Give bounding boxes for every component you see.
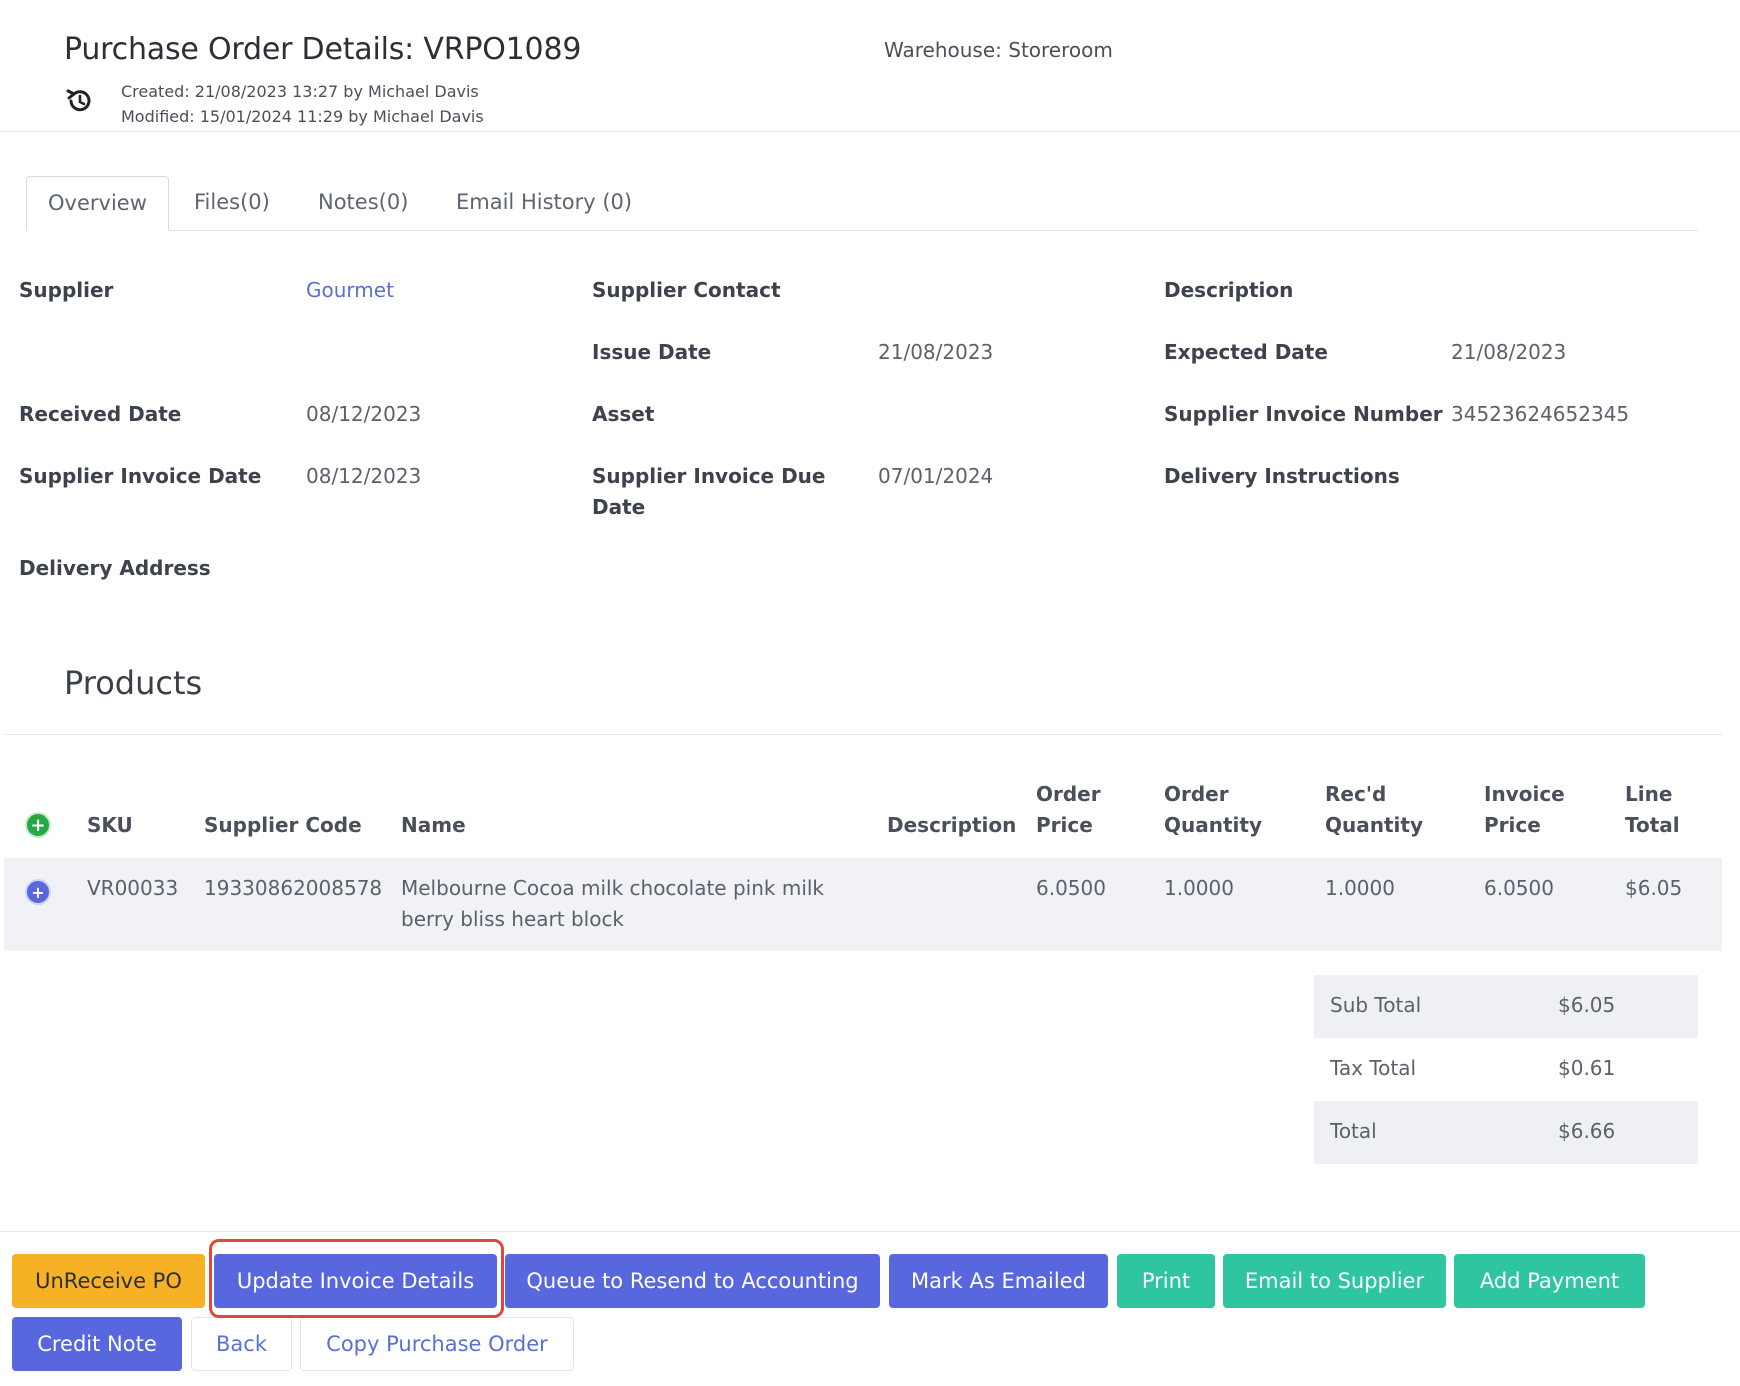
products-divider [4, 734, 1722, 735]
add-product-icon[interactable]: + [25, 812, 51, 838]
col-recd-quantity-line2: Quantity [1325, 813, 1423, 837]
col-line-total-line2: Total [1625, 813, 1680, 837]
email-to-supplier-button[interactable]: Email to Supplier [1223, 1254, 1446, 1308]
tab-files[interactable]: Files(0) [194, 176, 270, 230]
total-row: Total $6.66 [1314, 1101, 1698, 1164]
col-recd-quantity: Rec'd Quantity [1325, 779, 1423, 841]
sub-total-label: Sub Total [1330, 993, 1422, 1017]
expected-date-label: Expected Date [1164, 340, 1328, 364]
supplier-label: Supplier [19, 278, 114, 302]
col-recd-quantity-line1: Rec'd [1325, 782, 1387, 806]
print-button[interactable]: Print [1117, 1254, 1215, 1308]
issue-date-label: Issue Date [592, 340, 712, 364]
expand-row-icon[interactable]: + [25, 879, 51, 905]
tab-email-history[interactable]: Email History (0) [456, 176, 632, 230]
supplier-link[interactable]: Gourmet [306, 278, 394, 302]
col-order-quantity-line1: Order [1164, 782, 1229, 806]
col-invoice-price-line2: Price [1484, 813, 1541, 837]
table-row [4, 858, 1722, 951]
col-line-total-line1: Line [1625, 782, 1673, 806]
created-info: Created: 21/08/2023 13:27 by Michael Dav… [121, 82, 479, 101]
cell-sku: VR00033 [87, 876, 179, 900]
cell-name-line1: Melbourne Cocoa milk chocolate pink milk [401, 876, 825, 900]
supplier-invoice-number-label: Supplier Invoice Number [1164, 402, 1443, 426]
received-date-label: Received Date [19, 402, 182, 426]
asset-label: Asset [592, 402, 655, 426]
delivery-address-label: Delivery Address [19, 556, 211, 580]
col-name: Name [401, 813, 466, 837]
tab-notes[interactable]: Notes(0) [318, 176, 408, 230]
col-invoice-price: Invoice Price [1484, 779, 1565, 841]
supplier-invoice-due-label-line1: Supplier Invoice Due [592, 464, 826, 488]
tax-total-row: Tax Total $0.61 [1314, 1038, 1698, 1101]
col-description: Description [887, 813, 1017, 837]
cell-recd-quantity: 1.0000 [1325, 876, 1395, 900]
tax-total-value: $0.61 [1558, 1056, 1616, 1080]
queue-resend-accounting-button[interactable]: Queue to Resend to Accounting [505, 1254, 880, 1308]
cell-order-quantity: 1.0000 [1164, 876, 1234, 900]
received-date-value: 08/12/2023 [306, 402, 422, 426]
cell-line-total: $6.05 [1625, 876, 1683, 900]
supplier-invoice-date-label: Supplier Invoice Date [19, 464, 262, 488]
copy-purchase-order-button[interactable]: Copy Purchase Order [300, 1317, 574, 1371]
description-label: Description [1164, 278, 1294, 302]
supplier-invoice-due-label: Supplier Invoice Due Date [592, 464, 825, 519]
supplier-contact-label: Supplier Contact [592, 278, 781, 302]
sub-total-row: Sub Total $6.05 [1314, 975, 1698, 1038]
supplier-invoice-number-value: 34523624652345 [1451, 402, 1630, 426]
col-line-total: Line Total [1625, 779, 1680, 841]
supplier-invoice-due-value: 07/01/2024 [878, 464, 994, 488]
col-order-price-line2: Price [1036, 813, 1093, 837]
modified-info: Modified: 15/01/2024 11:29 by Michael Da… [121, 107, 484, 126]
cell-invoice-price: 6.0500 [1484, 876, 1554, 900]
col-sku: SKU [87, 813, 133, 837]
history-icon[interactable] [64, 86, 94, 116]
col-supplier-code: Supplier Code [204, 813, 362, 837]
update-invoice-details-button[interactable]: Update Invoice Details [214, 1254, 497, 1308]
col-invoice-price-line1: Invoice [1484, 782, 1565, 806]
supplier-invoice-date-value: 08/12/2023 [306, 464, 422, 488]
sub-total-value: $6.05 [1558, 993, 1616, 1017]
products-heading: Products [64, 664, 203, 702]
cell-name-line2: berry bliss heart block [401, 907, 625, 931]
col-order-price-line1: Order [1036, 782, 1101, 806]
expected-date-value: 21/08/2023 [1451, 340, 1567, 364]
tax-total-label: Tax Total [1330, 1056, 1417, 1080]
credit-note-button[interactable]: Credit Note [12, 1317, 182, 1371]
tab-overview[interactable]: Overview [26, 176, 169, 231]
mark-as-emailed-button[interactable]: Mark As Emailed [889, 1254, 1108, 1308]
col-order-price: Order Price [1036, 779, 1101, 841]
supplier-invoice-due-label-line2: Date [592, 495, 646, 519]
unreceive-po-button[interactable]: UnReceive PO [12, 1254, 205, 1308]
add-payment-button[interactable]: Add Payment [1454, 1254, 1645, 1308]
cell-supplier-code: 19330862008578 [204, 876, 383, 900]
back-button[interactable]: Back [191, 1317, 292, 1371]
total-value: $6.66 [1558, 1119, 1616, 1143]
total-label: Total [1330, 1119, 1377, 1143]
delivery-instructions-label: Delivery Instructions [1164, 464, 1400, 488]
tab-bar: Overview Files(0) Notes(0) Email History… [26, 176, 1698, 231]
issue-date-value: 21/08/2023 [878, 340, 994, 364]
cell-order-price: 6.0500 [1036, 876, 1106, 900]
cell-name: Melbourne Cocoa milk chocolate pink milk… [401, 873, 824, 935]
col-order-quantity-line2: Quantity [1164, 813, 1262, 837]
actions-divider [0, 1231, 1740, 1232]
col-order-quantity: Order Quantity [1164, 779, 1262, 841]
warehouse-label: Warehouse: Storeroom [884, 38, 1113, 62]
header-divider [0, 131, 1740, 132]
page-title: Purchase Order Details: VRPO1089 [64, 32, 582, 67]
